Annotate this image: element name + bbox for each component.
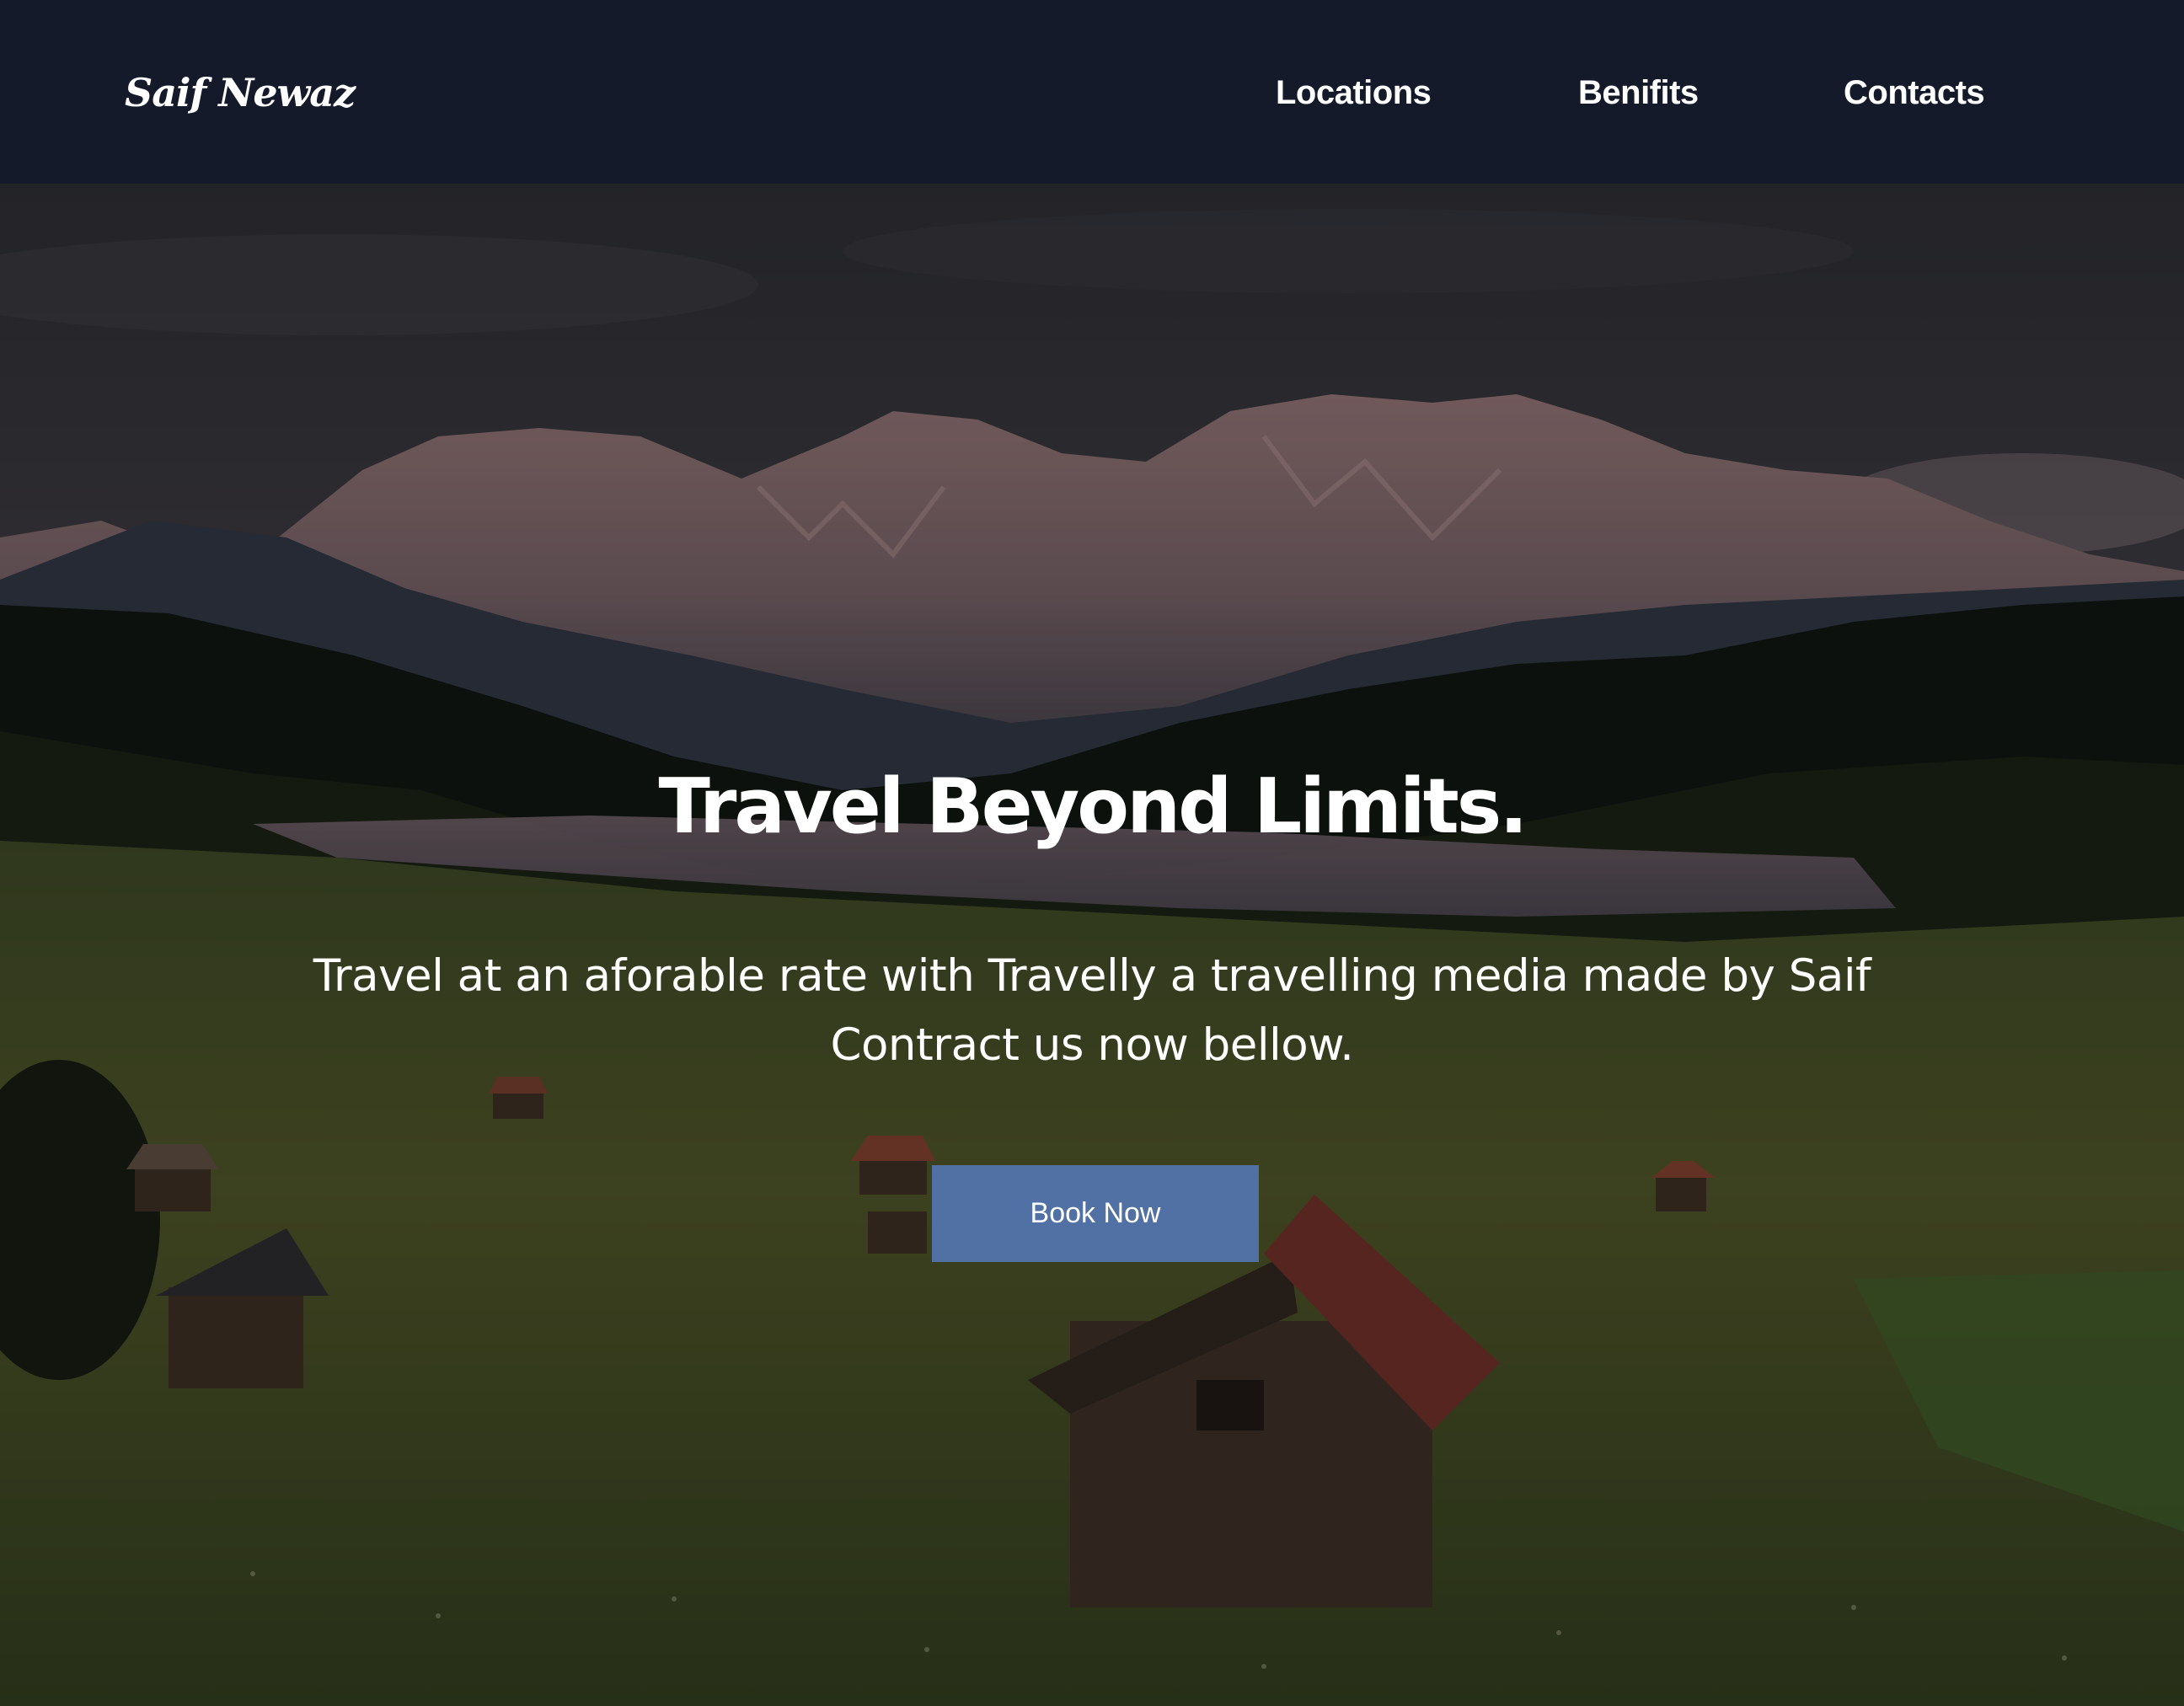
nav-link-benifits[interactable]: Benifits — [1578, 67, 1699, 118]
navbar: Saif Newaz Locations Benifits Contacts — [0, 0, 2184, 184]
landing-page: Saif Newaz Locations Benifits Contacts T… — [0, 0, 2184, 1706]
hero-section: Travel Beyond Limits. Travel at an afora… — [0, 184, 2184, 1706]
hero-subtitle: Travel at an aforable rate with Travelly… — [313, 950, 1871, 1071]
brand-logo[interactable]: Saif Newaz — [125, 59, 356, 126]
hero-title: Travel Beyond Limits. — [658, 762, 1528, 851]
nav-link-locations[interactable]: Locations — [1276, 67, 1432, 118]
nav-link-contacts[interactable]: Contacts — [1844, 67, 1985, 118]
book-now-button[interactable]: Book Now — [932, 1165, 1259, 1262]
